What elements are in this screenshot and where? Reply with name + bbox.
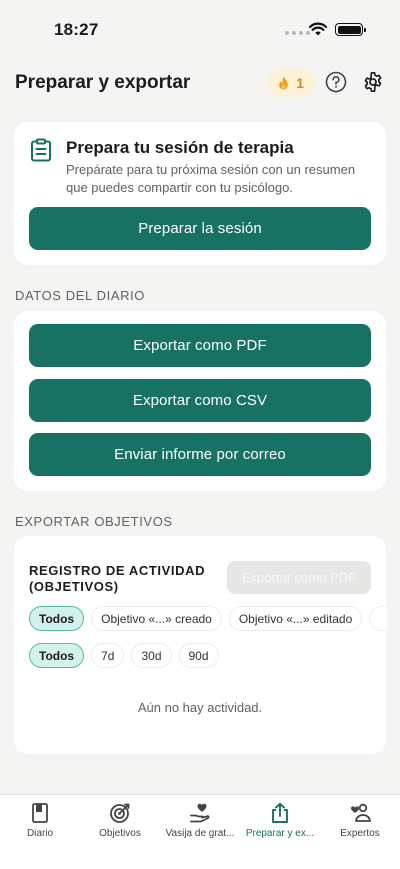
page-title: Preparar y exportar: [15, 72, 191, 93]
share-icon: [272, 802, 288, 823]
diary-section-label: DATOS DEL DIARIO: [15, 288, 145, 303]
empty-activity-text: Aún no hay actividad.: [137, 700, 263, 715]
range-chip-90d[interactable]: 90d: [178, 643, 219, 668]
session-title: Prepara tu sesión de terapia: [66, 138, 294, 157]
range-filter-row: Todos 7d 30d 90d: [29, 643, 219, 668]
filter-chip-more[interactable]: [369, 606, 388, 631]
tab-objetivos[interactable]: Objetivos: [80, 802, 160, 846]
tab-vasija[interactable]: Vasija de grat...: [160, 802, 240, 846]
session-card: Prepara tu sesión de terapia Prepárate p…: [14, 122, 386, 265]
heart-hand-icon: [190, 803, 210, 823]
filter-chip-all-types[interactable]: Todos: [29, 606, 85, 631]
tab-label: Diario: [26, 828, 54, 839]
target-icon: [110, 803, 130, 823]
diary-export-card: Exportar como PDF Exportar como CSV Envi…: [14, 311, 386, 491]
email-report-button[interactable]: Enviar informe por correo: [29, 433, 371, 476]
type-filter-row: Todos Objetivo «...» creado Objetivo «..…: [29, 606, 388, 631]
range-chip-all[interactable]: Todos: [29, 643, 85, 668]
experts-icon: [351, 803, 371, 822]
tab-expertos[interactable]: Expertos: [320, 802, 400, 846]
range-chip-30d[interactable]: 30d: [131, 643, 172, 668]
status-time: 18:27: [54, 20, 99, 39]
export-pdf-button[interactable]: Exportar como PDF: [29, 324, 371, 367]
flame-icon: [279, 76, 288, 90]
battery-icon: [335, 23, 366, 36]
streak-badge[interactable]: 1: [267, 69, 315, 97]
book-icon: [32, 803, 48, 823]
status-bar: 18:27: [0, 0, 400, 56]
goals-export-pdf-button[interactable]: Exportar como PDF: [227, 561, 371, 594]
goals-section-label: EXPORTAR OBJETIVOS: [15, 514, 173, 529]
signal-dots-icon: [285, 31, 310, 35]
tab-label: Expertos: [340, 828, 380, 839]
tab-diario[interactable]: Diario: [0, 802, 80, 846]
tab-label: Objetivos: [99, 828, 141, 839]
range-chip-7d[interactable]: 7d: [91, 643, 125, 668]
tab-bar: Diario Objetivos Vasija de grat... Prepa…: [0, 794, 400, 869]
filter-chip-edited[interactable]: Objetivo «...» editado: [228, 606, 363, 631]
tab-preparar[interactable]: Preparar y ex...: [240, 802, 320, 846]
goals-export-card: REGISTRO DE ACTIVIDAD (OBJETIVOS) Export…: [14, 536, 388, 754]
streak-count: 1: [296, 75, 304, 91]
session-description: Prepárate para tu próxima sesión con un …: [66, 162, 356, 195]
clipboard-icon: [31, 138, 51, 162]
gear-icon[interactable]: [362, 71, 384, 93]
activity-log-title: REGISTRO DE ACTIVIDAD (OBJETIVOS): [29, 563, 206, 594]
wifi-icon: [309, 22, 327, 36]
filter-chip-created[interactable]: Objetivo «...» creado: [91, 606, 222, 631]
header: Preparar y exportar 1: [0, 64, 400, 102]
help-circle-icon[interactable]: [325, 71, 347, 93]
tab-label: Vasija de grat...: [165, 828, 235, 839]
tab-label: Preparar y ex...: [245, 828, 315, 839]
export-csv-button[interactable]: Exportar como CSV: [29, 379, 371, 422]
prepare-session-button[interactable]: Preparar la sesión: [29, 207, 371, 250]
